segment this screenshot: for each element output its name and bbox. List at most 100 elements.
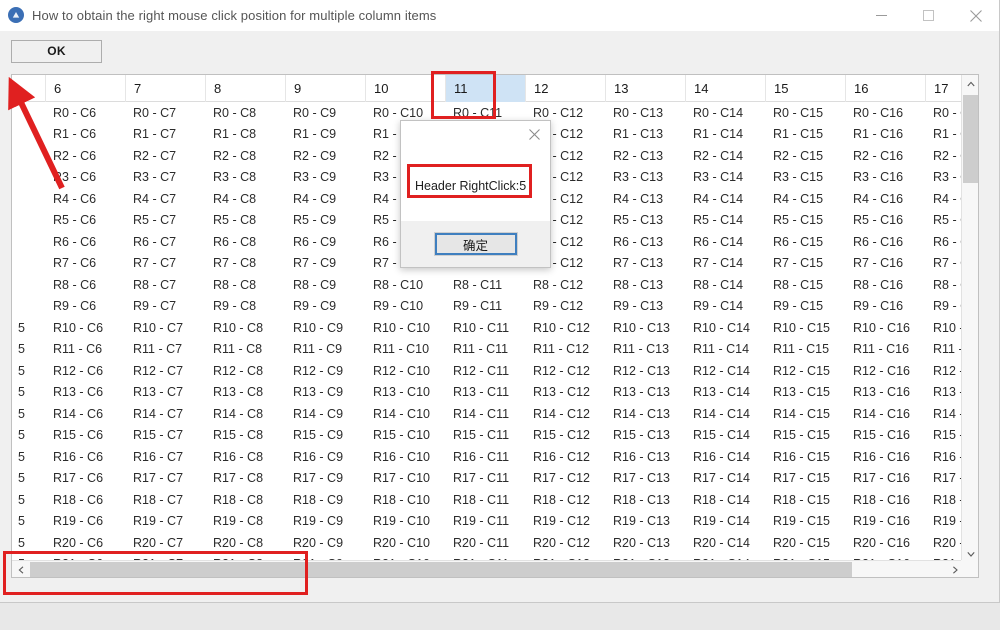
table-cell[interactable]: R20 - C12 <box>525 532 605 554</box>
column-header-16[interactable]: 16 <box>845 75 925 102</box>
table-cell[interactable]: R19 - C6 <box>45 511 125 533</box>
table-cell[interactable]: R20 - C13 <box>605 532 685 554</box>
table-cell[interactable]: R17 - C7 <box>125 468 205 490</box>
table-cell[interactable]: R0 - C14 <box>685 102 765 124</box>
table-cell[interactable]: R12 - C6 <box>45 360 125 382</box>
column-header-10[interactable]: 10 <box>365 75 445 102</box>
table-cell[interactable]: R0 - C17 <box>925 102 963 124</box>
table-cell[interactable]: R12 - C9 <box>285 360 365 382</box>
table-cell-clipped[interactable]: 5 <box>12 446 26 468</box>
ok-button[interactable]: OK <box>11 39 102 63</box>
table-cell[interactable]: R20 - C8 <box>205 532 285 554</box>
table-row[interactable]: 5 R20 - C6 R20 - C7 R20 - C8 R20 - C9 R20 - C… <box>12 532 963 554</box>
table-cell[interactable]: R14 - C17 <box>925 403 963 425</box>
table-cell[interactable]: R13 - C10 <box>365 382 445 404</box>
table-cell[interactable]: R17 - C13 <box>605 468 685 490</box>
table-cell[interactable]: R3 - C7 <box>125 167 205 189</box>
table-cell[interactable]: R14 - C12 <box>525 403 605 425</box>
table-cell[interactable]: R15 - C12 <box>525 425 605 447</box>
table-cell[interactable]: R1 - C13 <box>605 124 685 146</box>
dialog-close-icon[interactable] <box>518 121 550 148</box>
table-cell[interactable]: R12 - C15 <box>765 360 845 382</box>
table-row[interactable]: 5 R15 - C6 R15 - C7 R15 - C8 R15 - C9 R15 - C… <box>12 425 963 447</box>
table-cell[interactable]: R20 - C14 <box>685 532 765 554</box>
table-cell[interactable]: R0 - C8 <box>205 102 285 124</box>
table-cell[interactable]: R19 - C16 <box>845 511 925 533</box>
table-cell[interactable]: R4 - C17 <box>925 188 963 210</box>
table-cell[interactable]: R20 - C9 <box>285 532 365 554</box>
table-cell[interactable]: R10 - C12 <box>525 317 605 339</box>
table-cell[interactable]: R2 - C17 <box>925 145 963 167</box>
horizontal-scrollbar[interactable] <box>12 560 963 577</box>
table-cell[interactable]: R19 - C14 <box>685 511 765 533</box>
table-cell[interactable]: R16 - C16 <box>845 446 925 468</box>
table-cell[interactable]: R18 - C9 <box>285 489 365 511</box>
table-cell[interactable]: R11 - C14 <box>685 339 765 361</box>
table-cell[interactable]: R8 - C9 <box>285 274 365 296</box>
table-cell[interactable]: R16 - C7 <box>125 446 205 468</box>
column-header-17[interactable]: 17 <box>925 75 963 102</box>
table-cell[interactable]: R12 - C13 <box>605 360 685 382</box>
table-cell[interactable]: R20 - C10 <box>365 532 445 554</box>
table-cell[interactable]: R14 - C16 <box>845 403 925 425</box>
table-cell[interactable]: R0 - C15 <box>765 102 845 124</box>
table-cell[interactable]: R17 - C9 <box>285 468 365 490</box>
table-cell[interactable]: R11 - C16 <box>845 339 925 361</box>
table-cell[interactable]: R19 - C8 <box>205 511 285 533</box>
table-cell[interactable]: R12 - C11 <box>445 360 525 382</box>
table-cell[interactable]: R20 - C7 <box>125 532 205 554</box>
table-cell[interactable]: R4 - C15 <box>765 188 845 210</box>
table-cell[interactable]: R3 - C17 <box>925 167 963 189</box>
table-cell[interactable]: R18 - C13 <box>605 489 685 511</box>
table-cell[interactable]: R0 - C9 <box>285 102 365 124</box>
table-cell[interactable]: R7 - C15 <box>765 253 845 275</box>
table-cell[interactable]: R9 - C7 <box>125 296 205 318</box>
table-cell[interactable]: R6 - C17 <box>925 231 963 253</box>
table-cell[interactable]: R11 - C7 <box>125 339 205 361</box>
table-cell[interactable]: R9 - C12 <box>525 296 605 318</box>
table-cell[interactable]: R20 - C6 <box>45 532 125 554</box>
table-cell[interactable]: R16 - C17 <box>925 446 963 468</box>
table-row[interactable]: R9 - C6 R9 - C7 R9 - C8 R9 - C9 R9 - C10 R9 -… <box>12 296 963 318</box>
table-cell[interactable]: R4 - C14 <box>685 188 765 210</box>
table-cell[interactable]: R3 - C8 <box>205 167 285 189</box>
table-cell[interactable]: R16 - C11 <box>445 446 525 468</box>
table-cell[interactable]: R2 - C9 <box>285 145 365 167</box>
table-cell[interactable]: R6 - C14 <box>685 231 765 253</box>
table-cell[interactable]: R2 - C7 <box>125 145 205 167</box>
table-cell[interactable]: R8 - C7 <box>125 274 205 296</box>
table-cell[interactable]: R3 - C14 <box>685 167 765 189</box>
table-cell[interactable]: R0 - C6 <box>45 102 125 124</box>
table-cell[interactable]: R18 - C16 <box>845 489 925 511</box>
table-cell[interactable]: R15 - C10 <box>365 425 445 447</box>
table-cell[interactable]: R6 - C6 <box>45 231 125 253</box>
table-cell[interactable]: R9 - C15 <box>765 296 845 318</box>
column-header-12[interactable]: 12 <box>525 75 605 102</box>
table-cell[interactable]: R19 - C9 <box>285 511 365 533</box>
table-cell[interactable]: R13 - C8 <box>205 382 285 404</box>
table-cell[interactable]: R15 - C15 <box>765 425 845 447</box>
table-cell[interactable]: R11 - C9 <box>285 339 365 361</box>
table-cell[interactable]: R11 - C8 <box>205 339 285 361</box>
table-cell[interactable]: R0 - C7 <box>125 102 205 124</box>
table-cell[interactable]: R3 - C16 <box>845 167 925 189</box>
table-cell[interactable]: R8 - C8 <box>205 274 285 296</box>
table-cell[interactable]: R8 - C6 <box>45 274 125 296</box>
table-cell[interactable]: R4 - C6 <box>45 188 125 210</box>
table-cell[interactable]: R5 - C7 <box>125 210 205 232</box>
table-cell[interactable]: R10 - C16 <box>845 317 925 339</box>
table-cell-clipped[interactable]: 5 <box>12 317 26 339</box>
column-header-13[interactable]: 13 <box>605 75 685 102</box>
table-cell[interactable]: R16 - C8 <box>205 446 285 468</box>
table-cell[interactable]: R15 - C16 <box>845 425 925 447</box>
table-cell[interactable]: R7 - C16 <box>845 253 925 275</box>
table-cell[interactable]: R17 - C17 <box>925 468 963 490</box>
table-cell[interactable]: R2 - C6 <box>45 145 125 167</box>
table-cell[interactable]: R9 - C14 <box>685 296 765 318</box>
table-cell[interactable]: R7 - C13 <box>605 253 685 275</box>
table-cell[interactable]: R3 - C15 <box>765 167 845 189</box>
table-cell[interactable]: R4 - C9 <box>285 188 365 210</box>
table-cell[interactable]: R5 - C15 <box>765 210 845 232</box>
table-cell[interactable]: R9 - C9 <box>285 296 365 318</box>
table-cell[interactable]: R1 - C9 <box>285 124 365 146</box>
